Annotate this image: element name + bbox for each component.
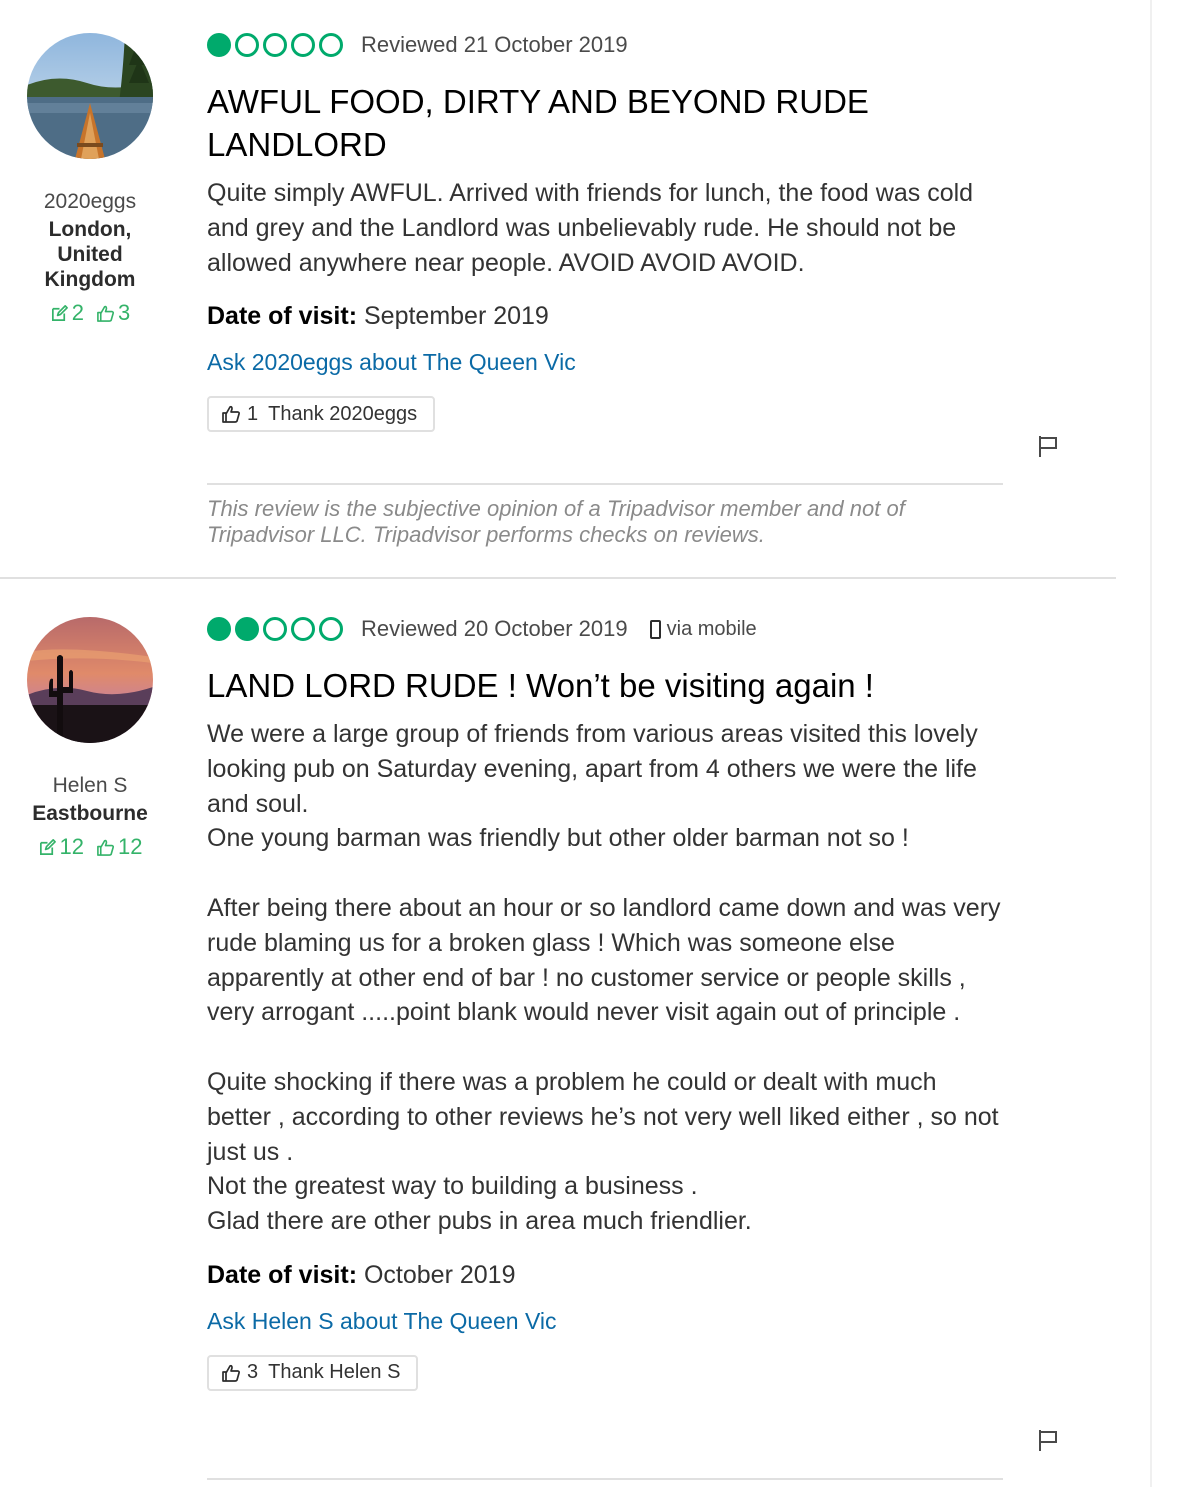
- thank-label: Thank Helen S: [268, 1361, 401, 1384]
- rating-bubble: [235, 33, 259, 57]
- thank-button[interactable]: 3 Thank Helen S: [207, 1354, 419, 1391]
- rating-bubble: [319, 33, 343, 57]
- via-mobile: via mobile: [649, 617, 757, 641]
- rating-bubble: [319, 617, 343, 641]
- member-location: Eastbourne: [32, 802, 148, 825]
- helpful-vote-count-value: 12: [118, 834, 143, 859]
- divider: [207, 483, 1003, 485]
- member-name[interactable]: Helen S: [18, 773, 162, 799]
- ask-member-link[interactable]: Ask Helen S about The Queen Vic: [207, 1308, 556, 1335]
- rating-bubble: [207, 33, 231, 57]
- contribution-count-value: 2: [71, 300, 84, 325]
- rating-bubble: [263, 617, 287, 641]
- edit-icon: [51, 304, 68, 321]
- thank-button[interactable]: 1 Thank 2020eggs: [207, 396, 436, 433]
- review-title[interactable]: AWFUL FOOD, DIRTY AND BEYOND RUDE LANDLO…: [207, 80, 927, 166]
- flag-icon[interactable]: [1036, 434, 1060, 458]
- date-of-visit: Date of visit: October 2019: [207, 1261, 1007, 1290]
- review-date: Reviewed 21 October 2019: [361, 32, 628, 57]
- contribution-count-value: 12: [59, 834, 84, 859]
- ask-member-link[interactable]: Ask 2020eggs about The Queen Vic: [207, 349, 576, 376]
- flag-icon[interactable]: [1036, 1428, 1060, 1452]
- right-edge-rule: [1150, 0, 1152, 1487]
- review-content: Reviewed 21 October 2019 AWFUL FOOD, DIR…: [207, 30, 1007, 433]
- rating-bubbles: [207, 617, 343, 641]
- date-of-visit: Date of visit: September 2019: [207, 302, 1007, 331]
- review-card: 2020eggs London, United Kingdom 2 3 Revi…: [0, 0, 1116, 579]
- review-title[interactable]: LAND LORD RUDE ! Won’t be visiting again…: [207, 664, 1007, 707]
- rating-row: Reviewed 20 October 2019 via mobile: [207, 614, 1007, 644]
- contribution-count: 12: [38, 834, 84, 860]
- date-of-visit-label: Date of visit:: [207, 1260, 358, 1289]
- rating-bubble: [207, 617, 231, 641]
- edit-icon: [39, 838, 56, 855]
- thank-count: 1: [247, 402, 259, 425]
- via-mobile-label: via mobile: [666, 617, 757, 640]
- review-content: Reviewed 20 October 2019 via mobile LAND…: [207, 614, 1007, 1391]
- member-info: Helen S Eastbourne 12 12: [18, 617, 162, 860]
- member-location: London, United Kingdom: [44, 218, 136, 291]
- thumbs-up-icon: [97, 305, 115, 322]
- avatar[interactable]: [27, 617, 153, 743]
- review-date: Reviewed 20 October 2019: [361, 616, 628, 641]
- rating-bubbles: [207, 33, 343, 57]
- thumbs-up-icon: [222, 406, 240, 424]
- avatar[interactable]: [27, 33, 153, 159]
- member-stats: 2 3: [18, 300, 162, 326]
- thumbs-up-icon: [222, 1364, 240, 1382]
- review-disclaimer: This review is the subjective opinion of…: [207, 496, 905, 547]
- review-card: Helen S Eastbourne 12 12 Reviewed 20 Oct…: [0, 579, 1116, 1487]
- helpful-vote-count: 3: [96, 300, 130, 326]
- helpful-vote-count: 12: [96, 834, 142, 860]
- member-name[interactable]: 2020eggs: [18, 189, 162, 215]
- thank-count: 3: [247, 1361, 259, 1384]
- rating-bubble: [235, 617, 259, 641]
- member-stats: 12 12: [18, 834, 162, 860]
- rating-row: Reviewed 21 October 2019: [207, 30, 1007, 60]
- date-of-visit-label: Date of visit:: [207, 302, 358, 331]
- member-info: 2020eggs London, United Kingdom 2 3: [18, 33, 162, 326]
- rating-bubble: [263, 33, 287, 57]
- helpful-vote-count-value: 3: [118, 300, 131, 325]
- review-body: Quite simply AWFUL. Arrived with friends…: [207, 179, 974, 277]
- review-body: We were a large group of friends from va…: [207, 720, 1001, 1236]
- date-of-visit-value: October 2019: [363, 1260, 516, 1289]
- contribution-count: 2: [50, 300, 84, 326]
- rating-bubble: [291, 617, 315, 641]
- date-of-visit-value: September 2019: [363, 302, 549, 331]
- rating-bubble: [291, 33, 315, 57]
- thank-label: Thank 2020eggs: [268, 402, 418, 425]
- thumbs-up-icon: [97, 839, 115, 856]
- divider: [207, 1478, 1003, 1480]
- mobile-phone-icon: [649, 619, 661, 639]
